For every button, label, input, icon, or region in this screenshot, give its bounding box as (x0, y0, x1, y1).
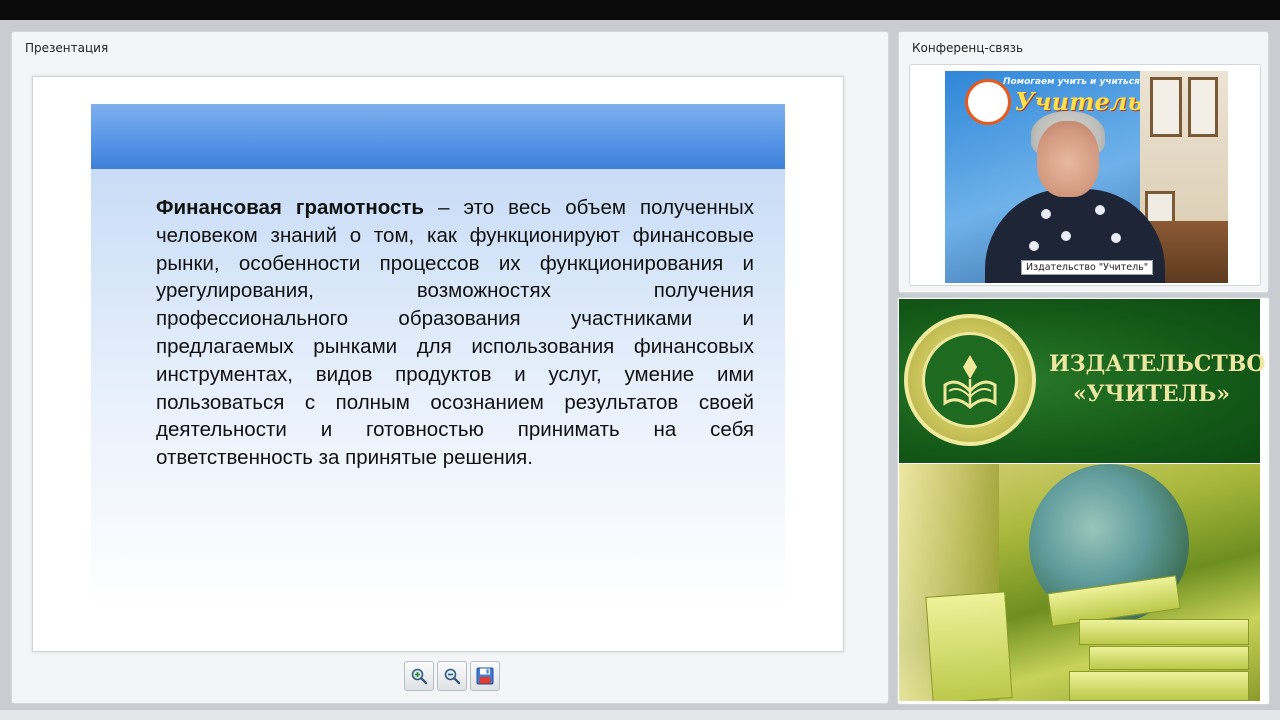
top-bar (0, 0, 1280, 20)
dress-pattern (1061, 231, 1071, 241)
open-book-icon (943, 355, 997, 410)
wall-picture-frame (1188, 77, 1218, 137)
publisher-banner: ИЗДАТЕЛЬСТВО «УЧИТЕЛЬ» (897, 297, 1270, 705)
publisher-name-line1: ИЗДАТЕЛЬСТВО (1049, 351, 1266, 377)
zoom-in-icon (411, 668, 428, 685)
video-container: Помогаем учить и учиться Учитель Издател… (909, 64, 1261, 286)
zoom-in-button[interactable] (404, 661, 434, 691)
conference-panel: Конференц-связь Помогаем учить и учиться… (898, 31, 1269, 293)
zoom-out-button[interactable] (437, 661, 467, 691)
wall-picture-frame (1150, 77, 1182, 137)
slide-toolbar (404, 661, 500, 691)
dress-pattern (1041, 209, 1051, 219)
participant-video[interactable]: Помогаем учить и учиться Учитель Издател… (945, 71, 1228, 283)
publisher-logo-inner (922, 332, 1018, 428)
book-image (1089, 646, 1249, 670)
slide-header-band (91, 104, 785, 169)
dress-pattern (1029, 241, 1039, 251)
dress-pattern (1095, 205, 1105, 215)
slide-viewer[interactable]: Финансовая грамотность – это весь объем … (32, 76, 844, 652)
publisher-name-line2: «УЧИТЕЛЬ» (1073, 381, 1230, 407)
presentation-panel: Презентация Финансовая грамотность – это… (11, 31, 889, 704)
dress-pattern (1111, 233, 1121, 243)
bottom-bar (0, 710, 1280, 720)
publisher-logo-icon (904, 314, 1036, 446)
publisher-name: ИЗДАТЕЛЬСТВО «УЧИТЕЛЬ» (1049, 349, 1266, 409)
conference-panel-title: Конференц-связь (912, 41, 1024, 55)
presentation-panel-title: Презентация (25, 41, 109, 55)
floppy-disk-icon (476, 667, 494, 685)
save-button[interactable] (470, 661, 500, 691)
zoom-out-icon (444, 668, 461, 685)
slide-text: Финансовая грамотность – это весь объем … (156, 194, 754, 472)
banner-green-header: ИЗДАТЕЛЬСТВО «УЧИТЕЛЬ» (899, 299, 1266, 463)
person-face (1037, 121, 1099, 197)
slide-bold-term: Финансовая грамотность (156, 196, 425, 219)
slide-body-text: – это весь объем полученных человеком зн… (156, 196, 754, 470)
book-image (1069, 671, 1249, 701)
poster-tagline: Помогаем учить и учиться (1003, 77, 1140, 87)
participant-name-label: Издательство "Учитель" (1021, 260, 1154, 275)
book-image (1079, 619, 1249, 645)
banner-books-image (899, 464, 1260, 701)
book-image (925, 591, 1013, 701)
